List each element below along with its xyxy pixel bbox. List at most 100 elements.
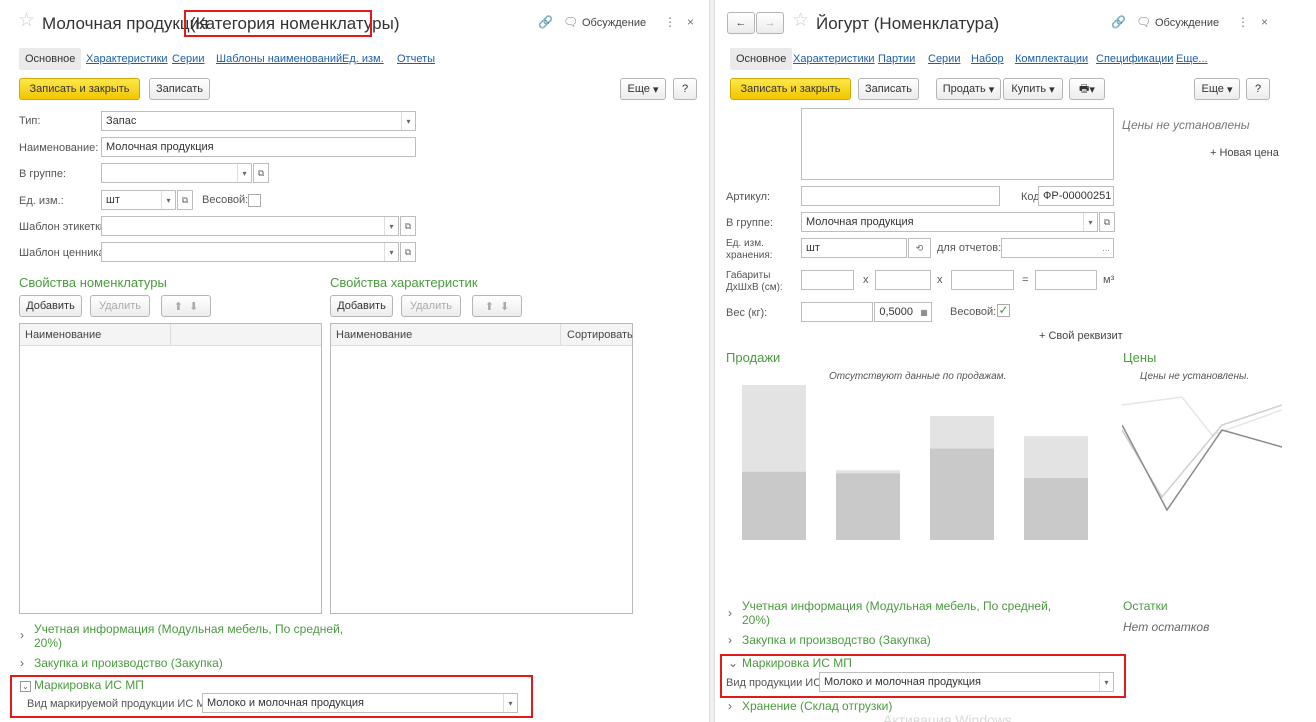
unit-field[interactable]: шт ▾ [101,190,176,210]
weighted-checkbox[interactable]: ✓ [997,304,1010,317]
delete-button[interactable]: Удалить [90,295,150,317]
favorite-star-icon[interactable]: ☆ [18,9,35,32]
col-sort[interactable]: Сортировать [567,329,633,341]
tab-more[interactable]: Еще... [1176,53,1208,65]
link-icon[interactable]: 🔗 [538,15,553,29]
dropdown-icon[interactable]: ▾ [1083,213,1097,231]
pane-splitter[interactable] [709,0,715,722]
article-field[interactable] [801,186,1000,206]
history-icon[interactable]: ⟲ [908,238,931,258]
dropdown-icon[interactable]: ▾ [384,243,398,261]
group-field[interactable]: ▾ [101,163,252,183]
tab-batches[interactable]: Партии [878,53,915,65]
tab-series[interactable]: Серии [928,53,960,65]
marking-group[interactable]: Маркировка ИС МП [742,656,852,670]
arrow-down-icon[interactable]: ⬇ [189,300,198,313]
chevron-right-icon[interactable]: › [728,633,732,647]
dropdown-icon[interactable]: ▾ [1099,673,1113,691]
marking-group[interactable]: Маркировка ИС МП [34,678,144,692]
tab-series[interactable]: Серии [172,53,204,65]
weight-checkbox[interactable] [248,194,261,207]
accounting-info-group[interactable]: Учетная информация (Модульная мебель, По… [34,622,343,636]
arrow-up-icon[interactable]: ⬆ [174,300,183,313]
marking-field[interactable]: Молоко и молочная продукция ▾ [202,693,518,713]
storage-group[interactable]: Хранение (Склад отгрузки) [742,699,892,713]
back-button[interactable]: ← [727,12,755,34]
arrow-down-icon[interactable]: ⬇ [500,300,509,313]
label-template-field[interactable]: ▾ [101,216,399,236]
col-name[interactable]: Наименование [25,329,101,341]
new-price-link[interactable]: + Новая цена [1210,147,1279,159]
price-template-field[interactable]: ▾ [101,242,399,262]
tab-set[interactable]: Набор [971,53,1004,65]
discussion-icon[interactable]: 🗨 [563,15,578,29]
open-icon[interactable]: ⧉ [400,216,416,236]
dropdown-icon[interactable]: ▾ [503,694,517,712]
tab-configurations[interactable]: Комплектации [1015,53,1088,65]
add-button[interactable]: Добавить [19,295,82,317]
print-button[interactable]: 🖶 ▾ [1069,78,1105,100]
tab-name-templates[interactable]: Шаблоны наименований [216,53,342,65]
more-dots-icon[interactable]: ⋮ [664,15,676,29]
chevron-right-icon[interactable]: › [20,656,24,670]
add-button-2[interactable]: Добавить [330,295,393,317]
close-icon[interactable]: × [1261,15,1268,29]
characteristic-props-table[interactable]: Наименование Сортировать [330,323,633,614]
select-icon[interactable]: … [1099,239,1113,257]
volume-field[interactable] [1035,270,1097,290]
marking-field[interactable]: Молоко и молочная продукция ▾ [819,672,1114,692]
open-icon[interactable]: ⧉ [400,242,416,262]
group-field[interactable]: Молочная продукция ▾ [801,212,1098,232]
accounting-info-group[interactable]: Учетная информация (Модульная мебель, По… [742,599,1051,613]
open-icon[interactable]: ⧉ [1099,212,1115,232]
height-field[interactable] [951,270,1014,290]
help-button[interactable]: ? [673,78,697,100]
chevron-down-icon[interactable]: ⌄ [728,656,738,670]
save-button[interactable]: Записать [858,78,919,100]
width-field[interactable] [875,270,931,290]
custom-prop-link[interactable]: + Свой реквизит [1039,330,1123,342]
dropdown-icon[interactable]: ▾ [161,191,175,209]
more-button[interactable]: Еще ▾ [1194,78,1240,100]
col-name[interactable]: Наименование [336,329,412,341]
move-buttons[interactable]: ⬆ ⬇ [161,295,211,317]
help-button[interactable]: ? [1246,78,1270,100]
open-icon[interactable]: ⧉ [253,163,269,183]
tab-characteristics[interactable]: Характеристики [793,53,875,65]
dropdown-icon[interactable]: ▾ [401,112,415,130]
chevron-right-icon[interactable]: › [20,628,24,642]
weight-unit-field[interactable] [801,302,873,322]
sell-button[interactable]: Продать ▾ [936,78,1001,100]
calculator-icon[interactable]: ▦ [917,303,931,321]
save-close-button[interactable]: Записать и закрыть [730,78,851,100]
discussion-link[interactable]: Обсуждение [582,17,646,29]
buy-button[interactable]: Купить ▾ [1003,78,1063,100]
collapse-icon[interactable]: ⌄ [20,681,31,692]
more-dots-icon[interactable]: ⋮ [1237,15,1249,29]
tab-reports[interactable]: Отчеты [397,53,435,65]
purchase-group[interactable]: Закупка и производство (Закупка) [34,656,223,670]
chevron-right-icon[interactable]: › [728,606,732,620]
purchase-group[interactable]: Закупка и производство (Закупка) [742,633,931,647]
favorite-star-icon[interactable]: ☆ [792,9,809,32]
image-area[interactable] [801,108,1114,180]
discussion-link[interactable]: Обсуждение [1155,17,1219,29]
chevron-right-icon[interactable]: › [728,699,732,713]
save-button[interactable]: Записать [149,78,210,100]
report-unit-field[interactable]: … [1001,238,1114,258]
arrow-up-icon[interactable]: ⬆ [485,300,494,313]
discussion-icon[interactable]: 🗨 [1136,15,1151,29]
nomenclature-props-table[interactable]: Наименование [19,323,322,614]
move-buttons-2[interactable]: ⬆ ⬇ [472,295,522,317]
open-icon[interactable]: ⧉ [177,190,193,210]
tab-specifications[interactable]: Спецификации [1096,53,1173,65]
tab-characteristics[interactable]: Характеристики [86,53,168,65]
name-field[interactable]: Молочная продукция [101,137,416,157]
type-field[interactable]: Запас ▾ [101,111,416,131]
length-field[interactable] [801,270,854,290]
weight-value-field[interactable]: 0,5000 ▦ [874,302,932,322]
tab-main[interactable]: Основное [730,48,793,70]
forward-button[interactable]: → [756,12,784,34]
dropdown-icon[interactable]: ▾ [384,217,398,235]
save-close-button[interactable]: Записать и закрыть [19,78,140,100]
